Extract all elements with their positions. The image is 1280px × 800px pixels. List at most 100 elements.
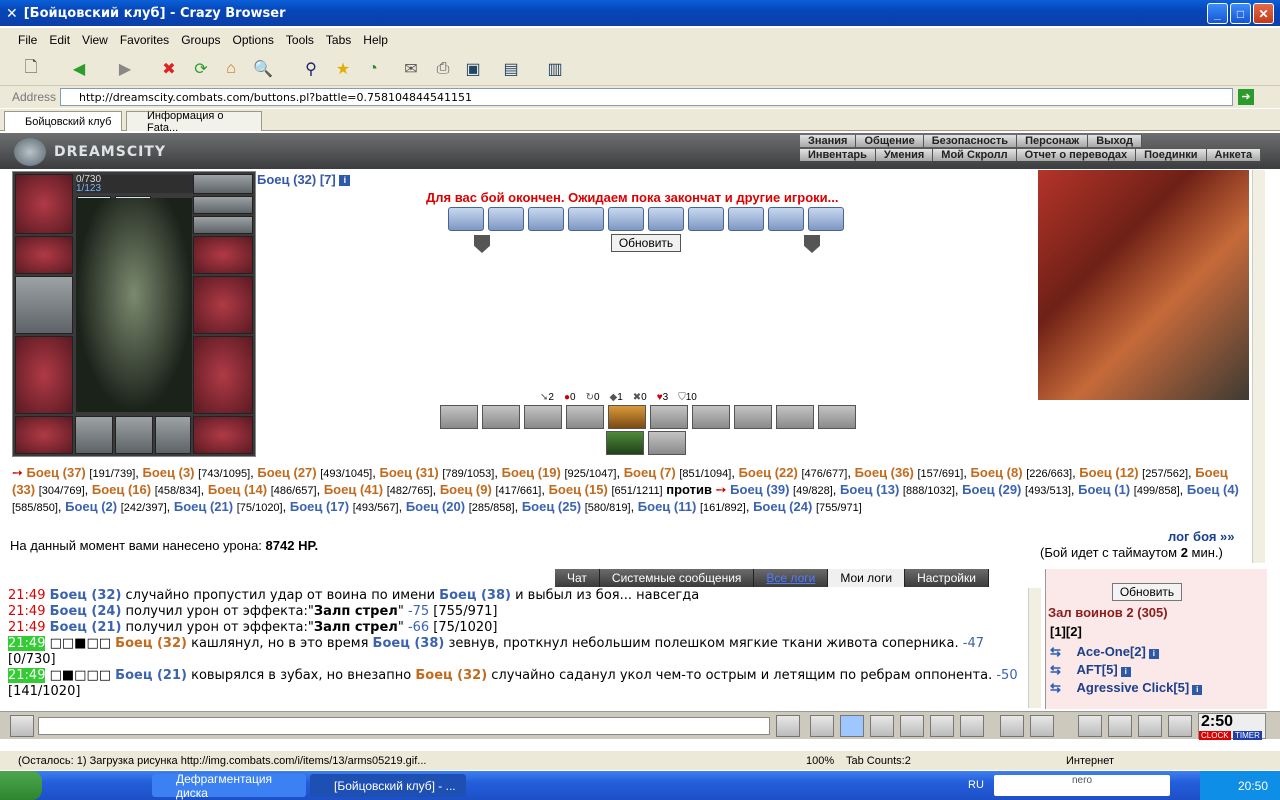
scroll-item[interactable]	[648, 207, 684, 231]
armor-slot[interactable]	[15, 336, 73, 414]
fighter-name[interactable]: Боец (31)	[379, 465, 438, 480]
rune-slot-1[interactable]	[75, 416, 113, 454]
scroll-item[interactable]	[528, 207, 564, 231]
refresh-button[interactable]: Обновить	[611, 234, 681, 252]
menu-tools[interactable]: Tools	[286, 33, 314, 47]
save-icon[interactable]	[870, 715, 894, 737]
rune-slot-2[interactable]	[115, 416, 153, 454]
home-icon[interactable]: ⌂	[218, 56, 244, 82]
fighter-name[interactable]: Боец (29)	[962, 482, 1021, 497]
sort-icon[interactable]	[930, 715, 954, 737]
fighter-name[interactable]: Боец (17)	[290, 499, 349, 514]
pants-slot[interactable]	[193, 336, 253, 414]
chat-tab[interactable]: Настройки	[905, 569, 989, 587]
fighter-name[interactable]: Боец (15)	[549, 482, 608, 497]
new-icon[interactable]: 🗋	[18, 56, 44, 82]
fighter-name[interactable]: Боец (11)	[638, 499, 697, 514]
boots-slot[interactable]	[193, 416, 253, 454]
chat-tab[interactable]: Чат	[555, 569, 600, 587]
language-indicator[interactable]: RU	[968, 779, 984, 791]
stop-icon[interactable]: ✖	[156, 56, 182, 82]
go-icon[interactable]: ➔	[1238, 89, 1254, 105]
layout-icon[interactable]: ▤	[498, 56, 524, 82]
fighter-name[interactable]: Боец (7)	[624, 465, 676, 480]
main-scrollbar[interactable]	[1252, 170, 1265, 563]
fighter-name[interactable]: Боец (24)	[753, 499, 812, 514]
chat-tab[interactable]: Все логи	[754, 569, 829, 587]
hand-icon[interactable]	[10, 715, 34, 737]
info-icon[interactable]: i	[1192, 685, 1203, 695]
nav-item[interactable]: Знания	[800, 135, 857, 147]
mail-icon[interactable]: ✉	[398, 56, 424, 82]
scroll-item[interactable]	[728, 207, 764, 231]
fighter-name[interactable]: Боец (13)	[840, 482, 899, 497]
clear-icon[interactable]	[810, 715, 834, 737]
user-name[interactable]: Ace-One[2]	[1077, 644, 1146, 659]
action-button[interactable]	[440, 405, 478, 429]
chat-tab[interactable]: Мои логи	[828, 569, 906, 587]
user-name[interactable]: AFT[5]	[1077, 662, 1118, 677]
action-button[interactable]	[566, 405, 604, 429]
nav-item[interactable]: Инвентарь	[800, 149, 876, 161]
run-icon[interactable]	[900, 715, 924, 737]
action-button[interactable]	[692, 405, 730, 429]
chat-input[interactable]	[38, 717, 770, 735]
fighter-name[interactable]: Боец (3)	[143, 465, 195, 480]
tabs-icon[interactable]: ▥	[542, 56, 568, 82]
scroll-item[interactable]	[488, 207, 524, 231]
nero-search[interactable]: nero	[994, 775, 1170, 796]
action-button[interactable]	[482, 405, 520, 429]
battle-log-link[interactable]: лог боя »»	[1168, 529, 1235, 544]
user-row[interactable]: ⇆ Ace-One[2] i	[1050, 644, 1202, 662]
ring-slot[interactable]	[193, 216, 253, 234]
nav-item[interactable]: Анкета	[1206, 149, 1262, 161]
helmet-slot[interactable]	[15, 174, 73, 234]
fighter-name[interactable]: Боец (21)	[174, 499, 233, 514]
action-button[interactable]	[650, 405, 688, 429]
start-button[interactable]	[0, 771, 42, 800]
task-defrag[interactable]: Дефрагментация диска	[152, 772, 306, 800]
menu-file[interactable]: File	[18, 33, 37, 47]
info-icon[interactable]: i	[1120, 667, 1131, 677]
room-refresh-button[interactable]: Обновить	[1112, 583, 1182, 601]
gloves-slot[interactable]	[193, 236, 253, 274]
task-browser[interactable]: [Бойцовский клуб] - ...	[310, 774, 466, 797]
earring-slot[interactable]	[193, 174, 253, 194]
fighter-name[interactable]: Боец (41)	[324, 482, 383, 497]
nav-item[interactable]: Отчет о переводах	[1016, 149, 1137, 161]
user-row[interactable]: ⇆ AFT[5] i	[1050, 662, 1202, 680]
rune-slot-3[interactable]	[155, 416, 191, 454]
lock-icon[interactable]	[1138, 715, 1162, 737]
fighter-name[interactable]: Боец (14)	[208, 482, 267, 497]
tab-combats[interactable]: Бойцовский клуб	[4, 111, 122, 131]
fighter-name[interactable]: Боец (2)	[65, 499, 117, 514]
print-icon[interactable]: ⎙	[430, 56, 456, 82]
scroll-item[interactable]	[448, 207, 484, 231]
fighter-name[interactable]: Боец (8)	[971, 465, 1023, 480]
fighter-name[interactable]: Боец (9)	[440, 482, 492, 497]
zoom-icon[interactable]: 🔍	[250, 56, 276, 82]
fighter-name[interactable]: Боец (36)	[855, 465, 914, 480]
window-icon[interactable]: ▣	[460, 56, 486, 82]
scroll-item[interactable]	[768, 207, 804, 231]
send-icon[interactable]	[776, 715, 800, 737]
minimize-button[interactable]: _	[1207, 3, 1228, 24]
chat-tab[interactable]: Системные сообщения	[599, 569, 755, 587]
search-icon[interactable]: ⚲	[298, 56, 324, 82]
fighter-name[interactable]: Боец (20)	[406, 499, 465, 514]
nav-item[interactable]: Выход	[1088, 135, 1142, 147]
scroll-item[interactable]	[568, 207, 604, 231]
scroll-item[interactable]	[808, 207, 844, 231]
history-icon[interactable]: ◔	[360, 56, 386, 82]
info-icon[interactable]: i	[339, 175, 351, 187]
fighter-name[interactable]: Боец (39)	[730, 482, 789, 497]
info-icon[interactable]: i	[1148, 649, 1159, 659]
menu-view[interactable]: View	[82, 33, 108, 47]
fighter-name[interactable]: Боец (27)	[257, 465, 316, 480]
menu-edit[interactable]: Edit	[49, 33, 70, 47]
scroll-item[interactable]	[688, 207, 724, 231]
fight-icon[interactable]	[1108, 715, 1132, 737]
user-name[interactable]: Agressive Click[5]	[1077, 680, 1190, 695]
menu-groups[interactable]: Groups	[181, 33, 220, 47]
menu-tabs[interactable]: Tabs	[326, 33, 351, 47]
